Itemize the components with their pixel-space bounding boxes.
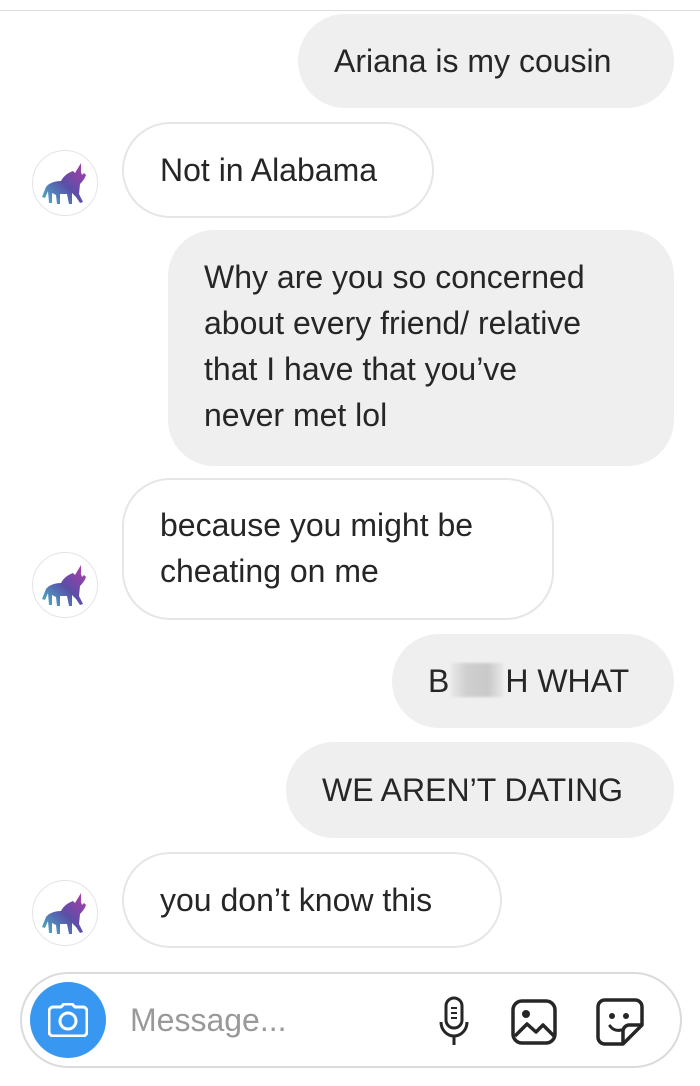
message-text: Ariana is my cousin bbox=[334, 43, 612, 79]
sent-message[interactable]: WE AREN’T DATING bbox=[286, 742, 674, 838]
microphone-icon bbox=[439, 996, 469, 1045]
sent-message[interactable]: Ariana is my cousin bbox=[298, 14, 674, 108]
message-text: B H WHAT bbox=[428, 658, 629, 704]
message-line: about every friend/ relative bbox=[204, 305, 582, 341]
received-message[interactable]: Not in Alabama bbox=[122, 122, 434, 218]
unicorn-avatar-icon bbox=[42, 163, 86, 204]
message-text: you don’t know this bbox=[160, 882, 433, 918]
microphone-button[interactable] bbox=[426, 994, 482, 1050]
gallery-icon bbox=[511, 999, 557, 1045]
message-text-suffix: H WHAT bbox=[505, 663, 630, 699]
message-line: that I have that you’ve bbox=[204, 351, 518, 387]
gallery-button[interactable] bbox=[506, 994, 562, 1050]
message-text-prefix: B bbox=[428, 663, 450, 699]
sticker-icon bbox=[596, 998, 644, 1046]
top-divider bbox=[0, 0, 700, 11]
camera-button[interactable] bbox=[30, 982, 106, 1058]
camera-icon bbox=[48, 1003, 88, 1037]
avatar[interactable] bbox=[32, 552, 98, 618]
message-line: Why are you so concerned bbox=[204, 259, 585, 295]
sent-message[interactable]: Why are you so concerned about every fri… bbox=[168, 230, 674, 466]
message-composer bbox=[20, 972, 682, 1068]
message-line: because you might be bbox=[160, 507, 474, 543]
message-text: Why are you so concerned about every fri… bbox=[204, 254, 585, 438]
message-text: because you might be cheating on me bbox=[160, 502, 473, 594]
message-text: WE AREN’T DATING bbox=[322, 772, 624, 808]
unicorn-avatar-icon bbox=[42, 565, 86, 606]
avatar[interactable] bbox=[32, 880, 98, 946]
received-message[interactable]: you don’t know this bbox=[122, 852, 502, 948]
received-message[interactable]: because you might be cheating on me bbox=[122, 478, 554, 620]
sticker-button[interactable] bbox=[592, 994, 648, 1050]
censor-blur bbox=[451, 663, 504, 697]
sent-message[interactable]: B H WHAT bbox=[392, 634, 674, 728]
unicorn-avatar-icon bbox=[42, 893, 86, 934]
avatar[interactable] bbox=[32, 150, 98, 216]
message-input[interactable] bbox=[130, 996, 400, 1044]
message-text: Not in Alabama bbox=[160, 152, 378, 188]
message-line: cheating on me bbox=[160, 553, 379, 589]
message-line: never met lol bbox=[204, 397, 388, 433]
